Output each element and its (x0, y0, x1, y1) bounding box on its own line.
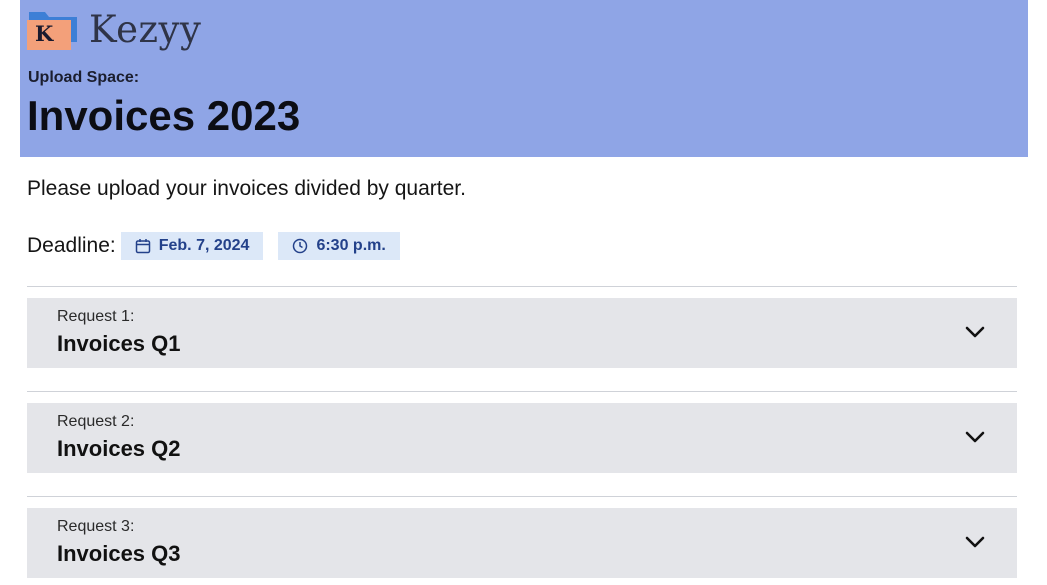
calendar-icon (135, 238, 151, 254)
logo-letter: K (35, 21, 54, 46)
folder-logo-icon: K (27, 8, 79, 52)
request-number: Request 2: (57, 413, 135, 430)
page-header: K Kezyy Upload Space: Invoices 2023 (20, 0, 1028, 157)
deadline-label: Deadline: (27, 234, 116, 257)
divider (27, 496, 1017, 497)
chevron-down-icon[interactable] (965, 430, 985, 444)
request-item-2[interactable]: Request 2: Invoices Q2 (27, 403, 1017, 473)
deadline-row: Deadline: Feb. 7, 2024 6:30 p.m. (27, 232, 415, 260)
request-item-1[interactable]: Request 1: Invoices Q1 (27, 298, 1017, 368)
brand-logo[interactable]: K Kezyy (27, 8, 201, 52)
request-title: Invoices Q2 (57, 436, 181, 461)
deadline-time-chip: 6:30 p.m. (278, 232, 400, 260)
deadline-date-chip: Feb. 7, 2024 (120, 232, 264, 260)
page-title: Invoices 2023 (27, 92, 301, 139)
request-number: Request 3: (57, 518, 135, 535)
chevron-down-icon[interactable] (965, 535, 985, 549)
upload-space-label: Upload Space: (28, 69, 140, 86)
request-title: Invoices Q1 (57, 331, 181, 356)
request-title: Invoices Q3 (57, 541, 181, 566)
deadline-date: Feb. 7, 2024 (158, 237, 250, 254)
request-number: Request 1: (57, 308, 135, 325)
upload-instructions: Please upload your invoices divided by q… (27, 177, 466, 200)
request-item-3[interactable]: Request 3: Invoices Q3 (27, 508, 1017, 578)
deadline-time: 6:30 p.m. (316, 237, 386, 254)
brand-name: Kezyy (89, 8, 202, 51)
divider (27, 391, 1017, 392)
clock-icon (292, 238, 308, 254)
chevron-down-icon[interactable] (965, 325, 985, 339)
divider (27, 286, 1017, 287)
